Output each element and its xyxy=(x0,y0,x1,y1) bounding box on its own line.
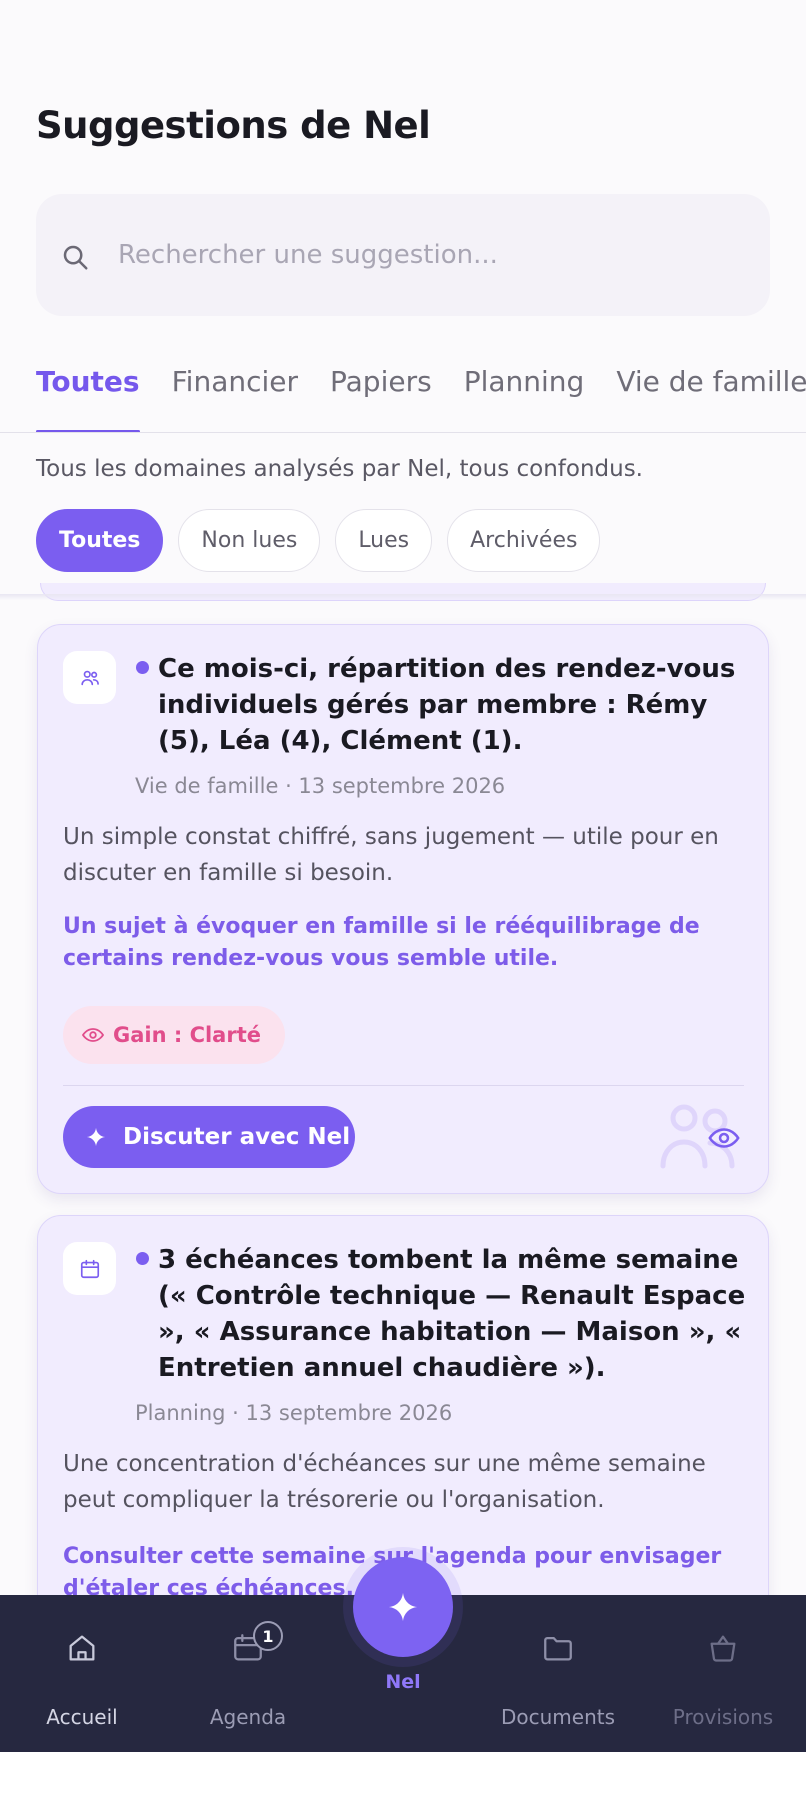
home-icon xyxy=(69,1635,95,1661)
nav-label: Documents xyxy=(500,1705,616,1729)
basket-icon xyxy=(710,1635,736,1662)
mark-read-eye-icon[interactable] xyxy=(707,1121,741,1155)
card-icon-box xyxy=(63,1242,116,1295)
card-meta: Planning · 13 septembre 2026 xyxy=(135,1401,453,1425)
tab-vie-de-famille[interactable]: Vie de famille xyxy=(616,365,806,433)
card-description: Une concentration d'échéances sur une mê… xyxy=(63,1451,706,1513)
discuss-button-label: Discuter avec Nel xyxy=(123,1124,351,1150)
filter-chips: Toutes Non lues Lues Archivées xyxy=(36,509,615,572)
gain-label: Gain : Clarté xyxy=(113,1023,261,1047)
tabs-divider xyxy=(0,432,806,433)
tab-financier[interactable]: Financier xyxy=(172,365,298,433)
gain-badge: Gain : Clarté xyxy=(63,1006,285,1064)
domain-description: Tous les domaines analysés par Nel, tous… xyxy=(36,456,643,482)
card-meta: Vie de famille · 13 septembre 2026 xyxy=(135,774,506,798)
nav-label: Agenda xyxy=(209,1705,287,1729)
search-icon xyxy=(63,245,88,270)
sparkle-icon xyxy=(86,1127,106,1147)
tab-planning[interactable]: Planning xyxy=(464,365,585,433)
nel-fab-button[interactable] xyxy=(353,1557,453,1657)
agenda-badge: 1 xyxy=(253,1621,283,1651)
eye-icon xyxy=(81,1028,105,1042)
suggestion-card[interactable]: Ce mois-ci, répartition des rendez-vous … xyxy=(37,624,769,1194)
sparkle-icon xyxy=(388,1592,418,1622)
filter-toutes[interactable]: Toutes xyxy=(36,509,164,572)
nav-label: Accueil xyxy=(46,1705,118,1729)
header-shadow xyxy=(0,594,806,600)
card-divider xyxy=(63,1085,744,1086)
nel-fab-label: Nel xyxy=(385,1671,421,1693)
tab-papiers[interactable]: Papiers xyxy=(330,365,432,433)
search-bar[interactable]: Rechercher une suggestion... xyxy=(36,194,770,316)
page-title: Suggestions de Nel xyxy=(36,104,431,147)
card-icon-box xyxy=(63,651,116,704)
unread-dot xyxy=(136,1252,149,1265)
filter-lues[interactable]: Lues xyxy=(335,509,433,572)
unread-dot xyxy=(136,661,149,674)
calendar-icon xyxy=(80,1259,99,1278)
card-title: Ce mois-ci, répartition des rendez-vous … xyxy=(158,654,736,756)
card-title: 3 échéances tombent la même semaine (« C… xyxy=(158,1245,746,1383)
domain-tabs: Toutes Financier Papiers Planning Vie de… xyxy=(36,365,806,433)
family-icon xyxy=(80,670,99,685)
tab-toutes[interactable]: Toutes xyxy=(36,365,140,433)
nav-label: Provisions xyxy=(672,1705,774,1729)
filter-archivees[interactable]: Archivées xyxy=(447,509,601,572)
search-input[interactable]: Rechercher une suggestion... xyxy=(118,240,498,270)
filter-non-lues[interactable]: Non lues xyxy=(178,509,321,572)
folder-icon xyxy=(544,1636,572,1661)
discuss-with-nel-button[interactable]: Discuter avec Nel xyxy=(63,1106,355,1168)
suggestions-screen: Suggestions de Nel Rechercher une sugges… xyxy=(0,0,806,1752)
card-description: Un simple constat chiffré, sans jugement… xyxy=(63,824,719,886)
card-action: Un sujet à évoquer en famille si le rééq… xyxy=(63,914,700,971)
